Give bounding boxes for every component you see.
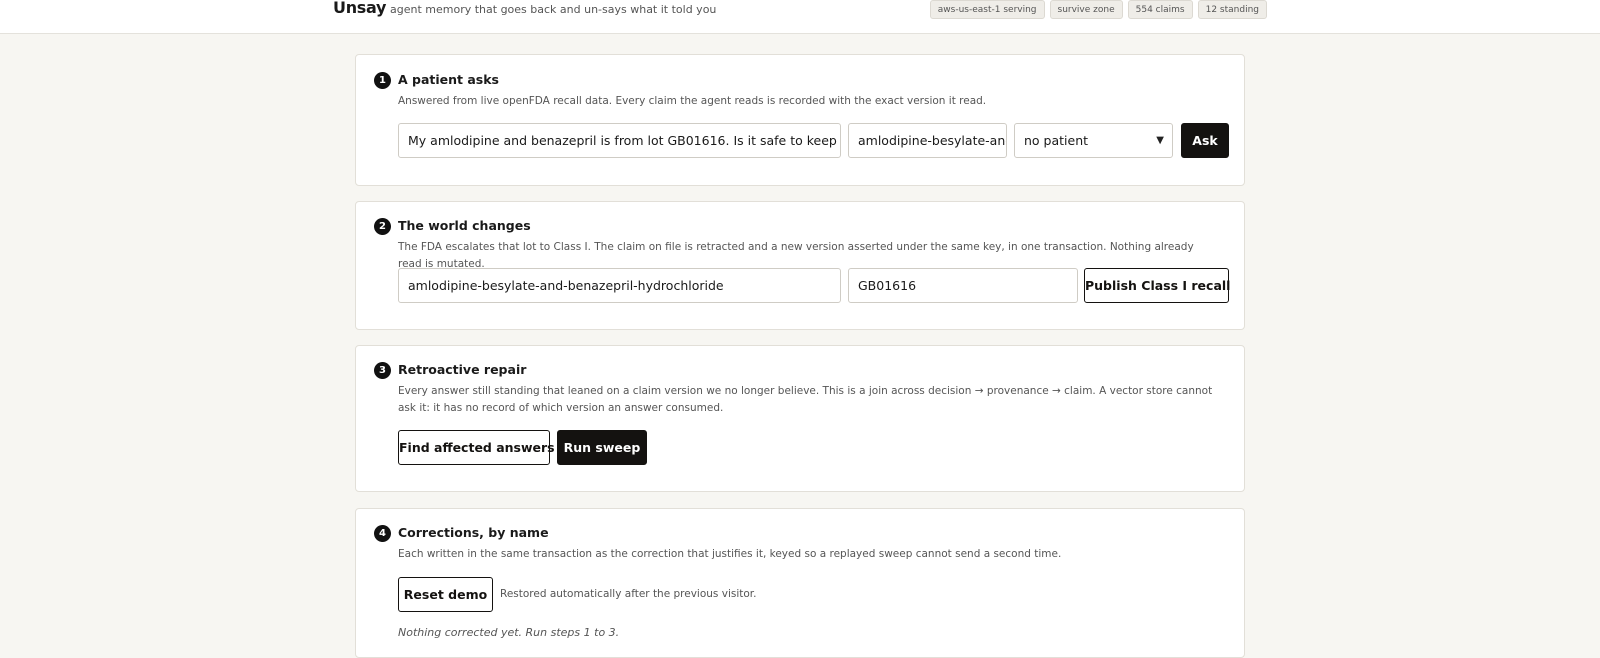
find-affected-answers-button[interactable]: Find affected answers bbox=[398, 430, 555, 465]
publish-recall-button[interactable]: Publish Class I recall bbox=[1084, 268, 1230, 303]
step-1-card: 1 A patient asks Answered from live open… bbox=[355, 54, 1245, 186]
step-title: A patient asks bbox=[398, 72, 500, 87]
zone-badge: survive zone bbox=[1049, 0, 1123, 19]
step-title: Retroactive repair bbox=[398, 362, 527, 377]
step-title: The world changes bbox=[398, 218, 531, 233]
reset-demo-button[interactable]: Reset demo bbox=[398, 577, 493, 612]
step-title: Corrections, by name bbox=[398, 525, 549, 540]
patient-select-value: no patient bbox=[1024, 133, 1089, 148]
region-badge: aws-us-east-1 serving bbox=[929, 0, 1045, 19]
top-bar: Unsay agent memory that goes back and un… bbox=[0, 0, 1600, 34]
reset-note: Restored automatically after the previou… bbox=[500, 588, 757, 600]
patient-select[interactable]: no patient ▼ bbox=[1014, 123, 1173, 158]
question-input[interactable]: My amlodipine and benazepril is from lot… bbox=[398, 123, 841, 158]
step-description: Each written in the same transaction as … bbox=[398, 548, 1062, 560]
status-badges: aws-us-east-1 serving survive zone 554 c… bbox=[929, 0, 1267, 19]
brand-title: Unsay bbox=[333, 0, 387, 17]
step-description: Answered from live openFDA recall data. … bbox=[398, 95, 987, 107]
step-3-card: 3 Retroactive repair Every answer still … bbox=[355, 345, 1245, 492]
ask-button[interactable]: Ask bbox=[1181, 123, 1229, 158]
step-number-badge: 2 bbox=[374, 218, 391, 235]
chevron-down-icon: ▼ bbox=[1156, 135, 1164, 146]
run-sweep-button[interactable]: Run sweep bbox=[557, 430, 647, 465]
standing-count-badge: 12 standing bbox=[1197, 0, 1267, 19]
step-number-badge: 4 bbox=[374, 525, 391, 542]
step-description: Every answer still standing that leaned … bbox=[398, 385, 1213, 414]
tagline: agent memory that goes back and un-says … bbox=[390, 3, 717, 16]
drug-input[interactable]: amlodipine-besylate-and-benazepril-hydro… bbox=[848, 123, 1007, 158]
drug-input[interactable]: amlodipine-besylate-and-benazepril-hydro… bbox=[398, 268, 841, 303]
step-number-badge: 3 bbox=[374, 362, 391, 379]
claims-count-badge: 554 claims bbox=[1127, 0, 1193, 19]
step-2-card: 2 The world changes The FDA escalates th… bbox=[355, 201, 1245, 330]
corrections-empty-state: Nothing corrected yet. Run steps 1 to 3. bbox=[398, 626, 620, 639]
step-number-badge: 1 bbox=[374, 72, 391, 89]
step-4-card: 4 Corrections, by name Each written in t… bbox=[355, 508, 1245, 658]
lot-input[interactable]: GB01616 bbox=[848, 268, 1078, 303]
